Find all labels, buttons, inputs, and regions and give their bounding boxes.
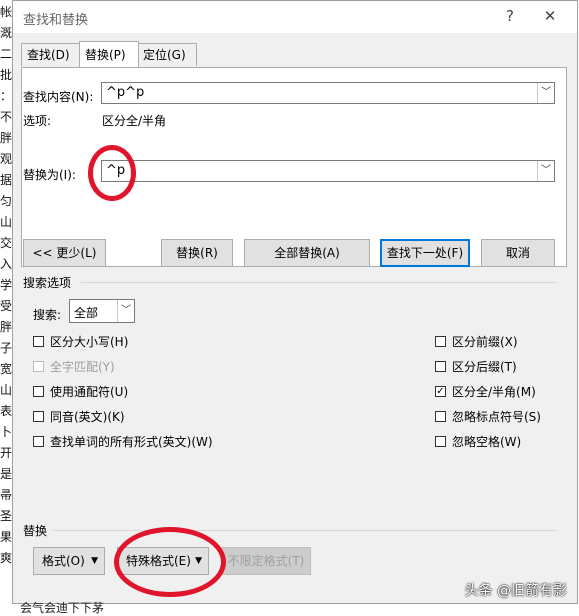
checkbox-box[interactable] — [435, 411, 446, 422]
document-char: 爽 — [0, 551, 13, 565]
checkbox-box[interactable] — [435, 436, 446, 447]
document-char: 不 — [0, 110, 13, 124]
document-char: 溉 — [0, 26, 13, 40]
checkbox-label: 同音(英文)(K) — [50, 410, 125, 424]
find-label: 查找内容(N): — [23, 90, 94, 104]
document-char: 山 — [0, 383, 13, 397]
checkbox-label: 区分前缀(X) — [452, 335, 518, 349]
dialog-title: 查找和替换 — [23, 13, 89, 28]
find-replace-dialog: 查找和替换 ? ✕ 查找(D) 替换(P) 定位(G) 查找内容(N): ^p^… — [12, 0, 578, 604]
find-value: ^p^p — [106, 85, 145, 100]
document-char: 受 — [0, 299, 13, 313]
find-next-button[interactable]: 查找下一处(F) — [380, 239, 470, 267]
document-char: 山 — [0, 215, 13, 229]
all-word-forms-checkbox[interactable]: 查找单词的所有形式(英文)(W) — [33, 434, 293, 450]
replace-all-button[interactable]: 全部替换(A) — [244, 239, 370, 267]
checkbox-label: 区分后缀(T) — [452, 360, 517, 374]
checkbox-box[interactable] — [33, 386, 44, 397]
whole-word-checkbox: 全字匹配(Y) — [33, 359, 293, 375]
document-char: 果 — [0, 530, 13, 544]
checkbox-box[interactable] — [33, 336, 44, 347]
checkbox-box[interactable] — [33, 411, 44, 422]
search-direction-select[interactable]: 全部 ﹀ — [69, 299, 135, 323]
options-label: 选项: — [23, 114, 52, 128]
search-direction-label: 搜索: — [33, 308, 62, 322]
annotation-circle-replace — [88, 145, 136, 201]
annotation-circle-special — [114, 527, 226, 597]
less-button[interactable]: << 更少(L) — [23, 239, 106, 267]
document-bottom-text: 会气会迪下下茅 — [20, 601, 105, 615]
document-char: 是 — [0, 467, 13, 481]
match-width-checkbox[interactable]: ✓ 区分全/半角(M) — [435, 384, 559, 400]
checkbox-label: 查找单词的所有形式(英文)(W) — [50, 435, 213, 449]
checkbox-label: 区分大小写(H) — [50, 335, 129, 349]
document-char: 胖 — [0, 320, 13, 334]
format-button[interactable]: 格式(O) ▼ — [33, 547, 105, 575]
checkbox-box[interactable] — [435, 336, 446, 347]
search-direction-value: 全部 — [74, 306, 99, 320]
title-bar: 查找和替换 ? ✕ — [13, 1, 577, 33]
tab-goto[interactable]: 定位(G) — [137, 43, 197, 66]
cancel-button[interactable]: 取消 — [481, 239, 555, 267]
sounds-like-checkbox[interactable]: 同音(英文)(K) — [33, 409, 293, 425]
document-char: 观 — [0, 152, 13, 166]
document-char: 圣 — [0, 509, 13, 523]
match-suffix-checkbox[interactable]: 区分后缀(T) — [435, 359, 559, 375]
document-char: 开 — [0, 446, 13, 460]
chevron-down-icon[interactable]: ﹀ — [537, 83, 554, 103]
checkbox-label: 全字匹配(Y) — [50, 360, 115, 374]
document-char: 帐 — [0, 5, 13, 19]
checkbox-label: 忽略空格(W) — [452, 435, 522, 449]
divider — [81, 282, 557, 283]
find-input[interactable]: ^p^p ﹀ — [101, 82, 555, 104]
ignore-punctuation-checkbox[interactable]: 忽略标点符号(S) — [435, 409, 559, 425]
document-char: 批 — [0, 68, 13, 82]
checkbox-label: 区分全/半角(M) — [452, 385, 536, 399]
document-char: 匀 — [0, 194, 13, 208]
document-char: 表 — [0, 404, 13, 418]
replace-label: 替换为(I): — [23, 168, 76, 182]
checkbox-box[interactable] — [33, 436, 44, 447]
help-icon[interactable]: ? — [500, 7, 520, 25]
document-char: 宽 — [0, 362, 13, 376]
match-prefix-checkbox[interactable]: 区分前缀(X) — [435, 334, 559, 350]
close-icon[interactable]: ✕ — [540, 7, 560, 25]
wildcards-checkbox[interactable]: 使用通配符(U) — [33, 384, 293, 400]
check-icon[interactable]: ✓ — [435, 386, 446, 397]
checkbox-label: 使用通配符(U) — [50, 385, 129, 399]
checkbox-label: 忽略标点符号(S) — [452, 410, 541, 424]
match-case-checkbox[interactable]: 区分大小写(H) — [33, 334, 293, 350]
checkbox-box[interactable] — [435, 361, 446, 372]
format-button-label: 格式(O) — [42, 554, 85, 568]
divider — [53, 530, 557, 531]
search-options-title: 搜索选项 — [23, 276, 72, 290]
chevron-down-icon[interactable]: ﹀ — [117, 300, 134, 322]
ignore-space-checkbox[interactable]: 忽略空格(W) — [435, 434, 559, 450]
checkbox-box — [33, 361, 44, 372]
no-formatting-button: 不限定格式(T) — [221, 547, 311, 575]
tab-find[interactable]: 查找(D) — [21, 43, 81, 66]
document-char: 入 — [0, 257, 13, 271]
document-char: 二 — [0, 47, 13, 61]
chevron-down-icon[interactable]: ﹀ — [537, 161, 554, 181]
caret-down-icon: ▼ — [91, 556, 98, 566]
document-char: 学 — [0, 278, 13, 292]
document-char: 子 — [0, 341, 13, 355]
options-value: 区分全/半角 — [102, 114, 167, 128]
document-char: 胖 — [0, 131, 13, 145]
document-char: 据 — [0, 173, 13, 187]
replace-group-title: 替换 — [23, 524, 48, 538]
tab-replace[interactable]: 替换(P) — [79, 41, 139, 67]
document-char: 帚 — [0, 488, 13, 502]
document-char: 卜 — [0, 425, 13, 439]
document-char: 交 — [0, 236, 13, 250]
replace-button[interactable]: 替换(R) — [161, 239, 233, 267]
document-edge: 帐溉二批：不胖观据匀山交入学受胖子宽山表卜开是帚圣果爽 — [0, 0, 12, 612]
watermark: 头条 @旧箭有影 — [464, 583, 567, 599]
document-char: ： — [0, 89, 13, 103]
replace-input[interactable]: ^p ﹀ — [101, 160, 555, 182]
